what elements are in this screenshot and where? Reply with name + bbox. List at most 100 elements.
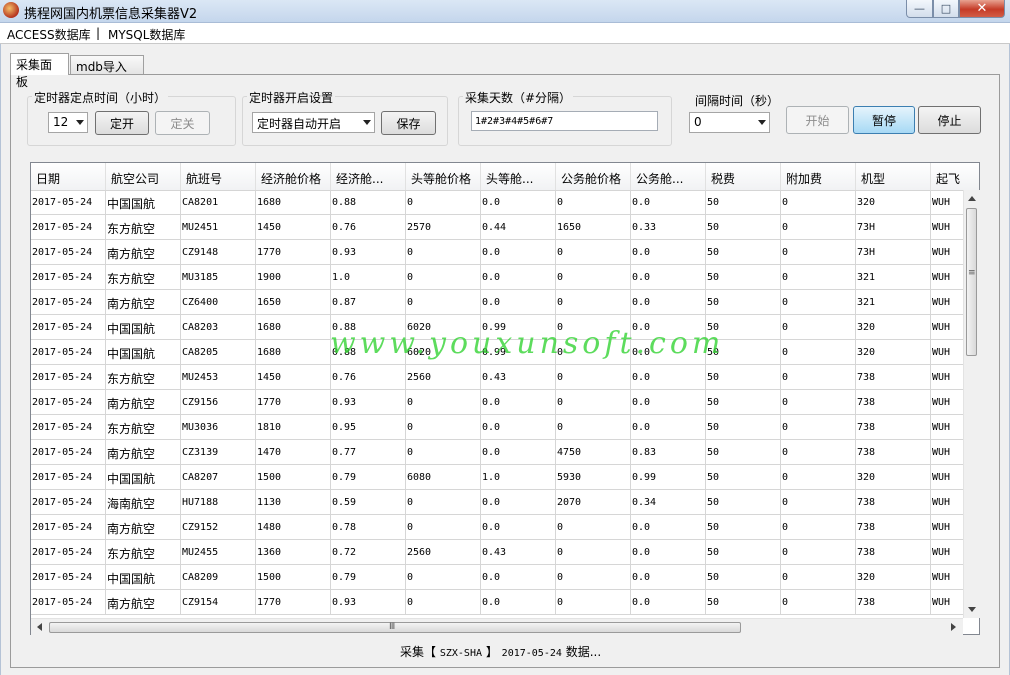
flight-data-grid[interactable]: 日期 航空公司 航班号 经济舱价格 经济舱... 头等舱价格 头等舱... 公务舱价格 公务舱.… <box>30 162 980 635</box>
table-cell: 0 <box>556 540 631 565</box>
table-cell: 南方航空 <box>106 590 181 615</box>
table-cell: 0.0 <box>631 515 706 540</box>
table-cell: 1680 <box>256 340 331 365</box>
menu-access-database[interactable]: ACCESS数据库 <box>7 26 91 43</box>
column-header[interactable]: 起飞 <box>931 163 979 190</box>
stop-button[interactable]: 停止 <box>918 106 981 134</box>
vertical-grip-icon: ≡ <box>968 268 976 278</box>
table-row[interactable]: 2017-05-24 南方航空 CZ9154 1770 0.93 0 0.0 0 0.0 50 0 7… <box>31 590 979 615</box>
pause-button[interactable]: 暂停 <box>853 106 915 134</box>
table-cell: 0.79 <box>331 465 406 490</box>
table-cell: 1470 <box>256 440 331 465</box>
column-header[interactable]: 航空公司 <box>106 163 181 190</box>
vertical-scroll-thumb[interactable] <box>966 208 977 356</box>
table-cell: 0 <box>406 515 481 540</box>
table-row[interactable]: 2017-05-24 东方航空 MU3185 1900 1.0 0 0.0 0 0.0 50 0 32… <box>31 265 979 290</box>
scroll-left-icon[interactable] <box>37 623 42 631</box>
table-cell: 2017-05-24 <box>31 290 106 315</box>
save-button[interactable]: 保存 <box>381 111 436 135</box>
table-cell: 1130 <box>256 490 331 515</box>
table-row[interactable]: 2017-05-24 南方航空 CZ3139 1470 0.77 0 0.0 4750 0.83… <box>31 440 979 465</box>
table-row[interactable]: 2017-05-24 南方航空 CZ9152 1480 0.78 0 0.0 0 0.0 50 0 7… <box>31 515 979 540</box>
table-cell: 0.33 <box>631 215 706 240</box>
table-cell: 东方航空 <box>106 215 181 240</box>
column-header[interactable]: 航班号 <box>181 163 256 190</box>
table-cell: 738 <box>856 390 931 415</box>
table-cell: 0 <box>406 590 481 615</box>
table-cell: CA8209 <box>181 565 256 590</box>
table-row[interactable]: 2017-05-24 中国国航 CA8209 1500 0.79 0 0.0 0 0.0 50 0 3… <box>31 565 979 590</box>
start-button[interactable]: 开始 <box>786 106 849 134</box>
table-cell: 738 <box>856 440 931 465</box>
table-row[interactable]: 2017-05-24 东方航空 MU3036 1810 0.95 0 0.0 0 0.0 50 0 7… <box>31 415 979 440</box>
table-row[interactable]: 2017-05-24 南方航空 CZ9148 1770 0.93 0 0.0 0 0.0 50 0 7… <box>31 240 979 265</box>
chevron-down-icon <box>363 120 371 125</box>
table-cell: 南方航空 <box>106 290 181 315</box>
horizontal-grip-icon: Ⅲ <box>389 622 396 632</box>
table-cell: CZ9152 <box>181 515 256 540</box>
table-cell: 50 <box>706 440 781 465</box>
table-cell: 0.0 <box>631 540 706 565</box>
timer-open-button[interactable]: 定开 <box>95 111 149 135</box>
scroll-right-icon[interactable] <box>951 623 956 631</box>
table-cell: 0.93 <box>331 390 406 415</box>
table-cell: 0.0 <box>481 240 556 265</box>
column-header[interactable]: 公务舱... <box>631 163 706 190</box>
table-cell: 320 <box>856 315 931 340</box>
table-cell: MU2455 <box>181 540 256 565</box>
table-row[interactable]: 2017-05-24 东方航空 MU2455 1360 0.72 2560 0.43 0 0.0… <box>31 540 979 565</box>
column-header[interactable]: 头等舱... <box>481 163 556 190</box>
table-cell: 50 <box>706 590 781 615</box>
table-row[interactable]: 2017-05-24 中国国航 CA8201 1680 0.88 0 0.0 0 0.0 50 0 3… <box>31 190 979 215</box>
horizontal-scrollbar[interactable]: Ⅲ <box>31 618 963 635</box>
timer-mode-select[interactable]: 定时器自动开启 <box>252 112 375 133</box>
scroll-down-icon[interactable] <box>968 607 976 612</box>
table-cell: 0.59 <box>331 490 406 515</box>
maximize-button[interactable]: □ <box>933 0 959 18</box>
column-header[interactable]: 经济舱... <box>331 163 406 190</box>
table-row[interactable]: 2017-05-24 东方航空 MU2453 1450 0.76 2560 0.43 0 0.0… <box>31 365 979 390</box>
table-row[interactable]: 2017-05-24 东方航空 MU2451 1450 0.76 2570 0.44 1650… <box>31 215 979 240</box>
interval-select[interactable]: 0 <box>689 112 770 133</box>
column-header[interactable]: 附加费 <box>781 163 856 190</box>
column-header[interactable]: 日期 <box>31 163 106 190</box>
table-cell: 0 <box>406 440 481 465</box>
vertical-scrollbar[interactable]: ≡ <box>963 190 980 618</box>
column-header[interactable]: 头等舱价格 <box>406 163 481 190</box>
close-button[interactable]: ✕ <box>959 0 1005 18</box>
column-header[interactable]: 机型 <box>856 163 931 190</box>
interval-label: 间隔时间（秒） <box>695 94 780 108</box>
minimize-button[interactable]: — <box>906 0 933 18</box>
table-cell: 0 <box>781 365 856 390</box>
table-cell: 0 <box>406 490 481 515</box>
table-cell: 0.0 <box>631 415 706 440</box>
tab-mdb-import[interactable]: mdb导入数据 <box>70 55 144 91</box>
table-cell: 1770 <box>256 390 331 415</box>
table-cell: 0 <box>781 515 856 540</box>
window-title: 携程网国内机票信息采集器V2 <box>24 7 198 22</box>
collect-days-input[interactable]: 1#2#3#4#5#6#7 <box>471 111 658 131</box>
timer-close-button[interactable]: 定关 <box>155 111 210 135</box>
column-header[interactable]: 经济舱价格 <box>256 163 331 190</box>
table-cell: 1680 <box>256 190 331 215</box>
table-cell: 0.88 <box>331 190 406 215</box>
table-cell: 320 <box>856 465 931 490</box>
menu-mysql-database[interactable]: MYSQL数据库 <box>108 26 185 43</box>
scroll-up-icon[interactable] <box>968 196 976 201</box>
column-header[interactable]: 公务舱价格 <box>556 163 631 190</box>
tab-collect-panel[interactable]: 采集面板 <box>10 53 69 89</box>
table-cell: 2017-05-24 <box>31 190 106 215</box>
timer-hour-select[interactable]: 12 <box>48 112 88 133</box>
table-row[interactable]: 2017-05-24 中国国航 CA8207 1500 0.79 6080 1.0 5930 0… <box>31 465 979 490</box>
table-cell: 0 <box>781 490 856 515</box>
table-row[interactable]: 2017-05-24 南方航空 CZ6400 1650 0.87 0 0.0 0 0.0 50 0 3… <box>31 290 979 315</box>
table-row[interactable]: 2017-05-24 南方航空 CZ9156 1770 0.93 0 0.0 0 0.0 50 0 7… <box>31 390 979 415</box>
table-row[interactable]: 2017-05-24 海南航空 HU7188 1130 0.59 0 0.0 2070 0.34… <box>31 490 979 515</box>
table-cell: 2017-05-24 <box>31 540 106 565</box>
table-cell: 中国国航 <box>106 190 181 215</box>
table-cell: 0.87 <box>331 290 406 315</box>
table-cell: 0.99 <box>631 465 706 490</box>
column-header[interactable]: 税费 <box>706 163 781 190</box>
table-cell: 0.95 <box>331 415 406 440</box>
table-cell: 0.0 <box>631 240 706 265</box>
